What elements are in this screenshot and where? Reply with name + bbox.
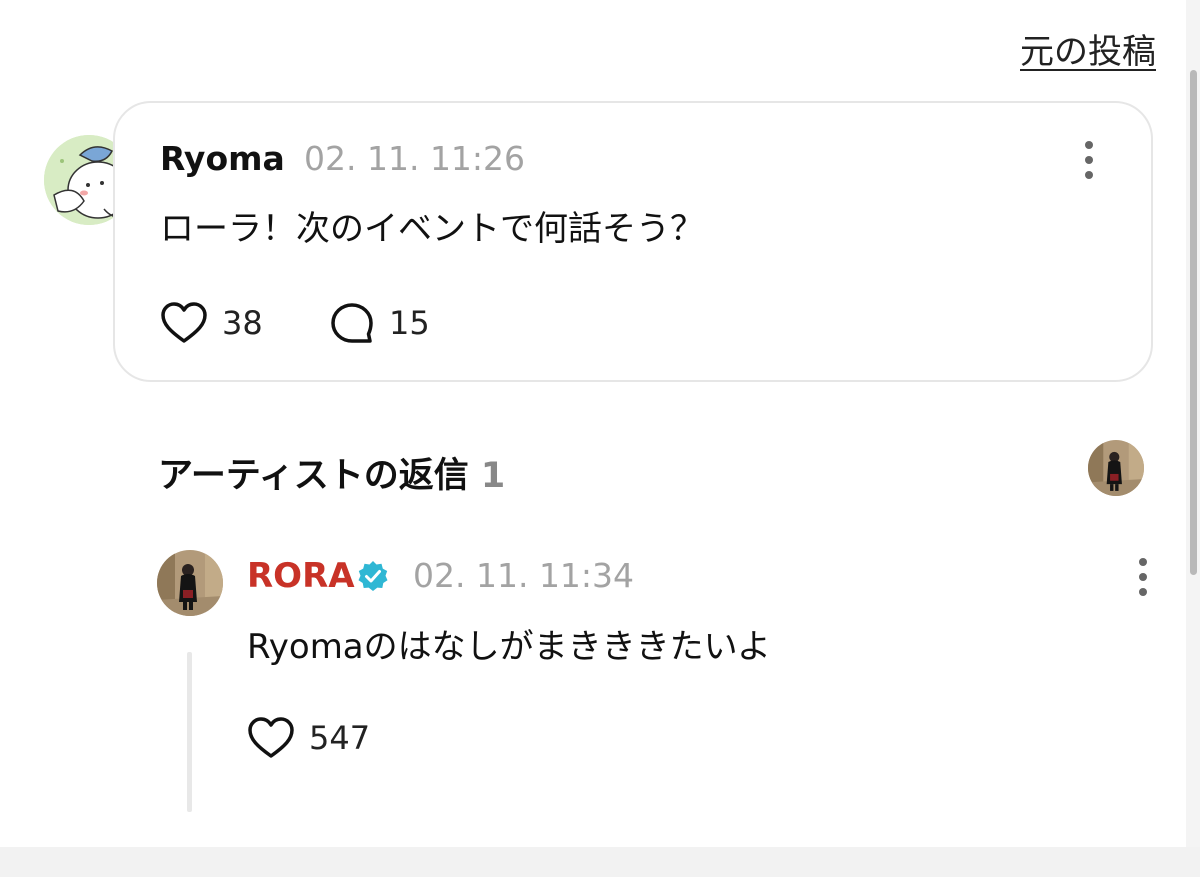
post-comment-count: 15 [389, 304, 430, 342]
heart-icon [248, 717, 294, 758]
post-more-vertical-icon[interactable] [1083, 141, 1095, 181]
post-text: ローラ！次のイベントで何話そう？ [160, 209, 704, 249]
bottom-bar [0, 847, 1200, 877]
artist-replies-heading: アーティストの返信 1 [158, 447, 505, 498]
reply-author-name[interactable]: RORA [247, 556, 355, 596]
scrollbar-thumb[interactable] [1190, 70, 1197, 575]
post-like-count: 38 [222, 304, 263, 342]
reply-text: Ryomaのはなしがまきききたいよ [247, 627, 771, 667]
post-author-name[interactable]: Ryoma [160, 139, 285, 178]
reply-timestamp: 02. 11. 11:34 [413, 556, 635, 595]
artist-replies-count: 1 [480, 456, 506, 496]
scrollbar-track[interactable] [1186, 0, 1200, 860]
artist-avatar-small[interactable] [1088, 440, 1144, 496]
original-post-card: Ryoma 02. 11. 11:26 ローラ！次のイベントで何話そう？ 38 … [113, 101, 1153, 382]
artist-photo [1088, 440, 1144, 496]
artist-replies-title: アーティストの返信 [158, 456, 469, 496]
rora-photo [157, 550, 223, 616]
heart-icon [161, 302, 207, 343]
comment-bubble-icon [331, 303, 373, 343]
post-comment-button[interactable]: 15 [329, 301, 430, 345]
reply-like-button[interactable]: 547 [247, 716, 370, 760]
reply-like-count: 547 [309, 719, 371, 757]
reply-more-vertical-icon[interactable] [1137, 558, 1149, 598]
verified-badge-icon [357, 560, 389, 596]
reply-author-avatar[interactable] [157, 550, 223, 616]
reply-thread-line [187, 652, 192, 812]
post-like-button[interactable]: 38 [160, 301, 263, 345]
original-post-link[interactable]: 元の投稿 [1020, 24, 1156, 73]
post-timestamp: 02. 11. 11:26 [304, 139, 526, 178]
